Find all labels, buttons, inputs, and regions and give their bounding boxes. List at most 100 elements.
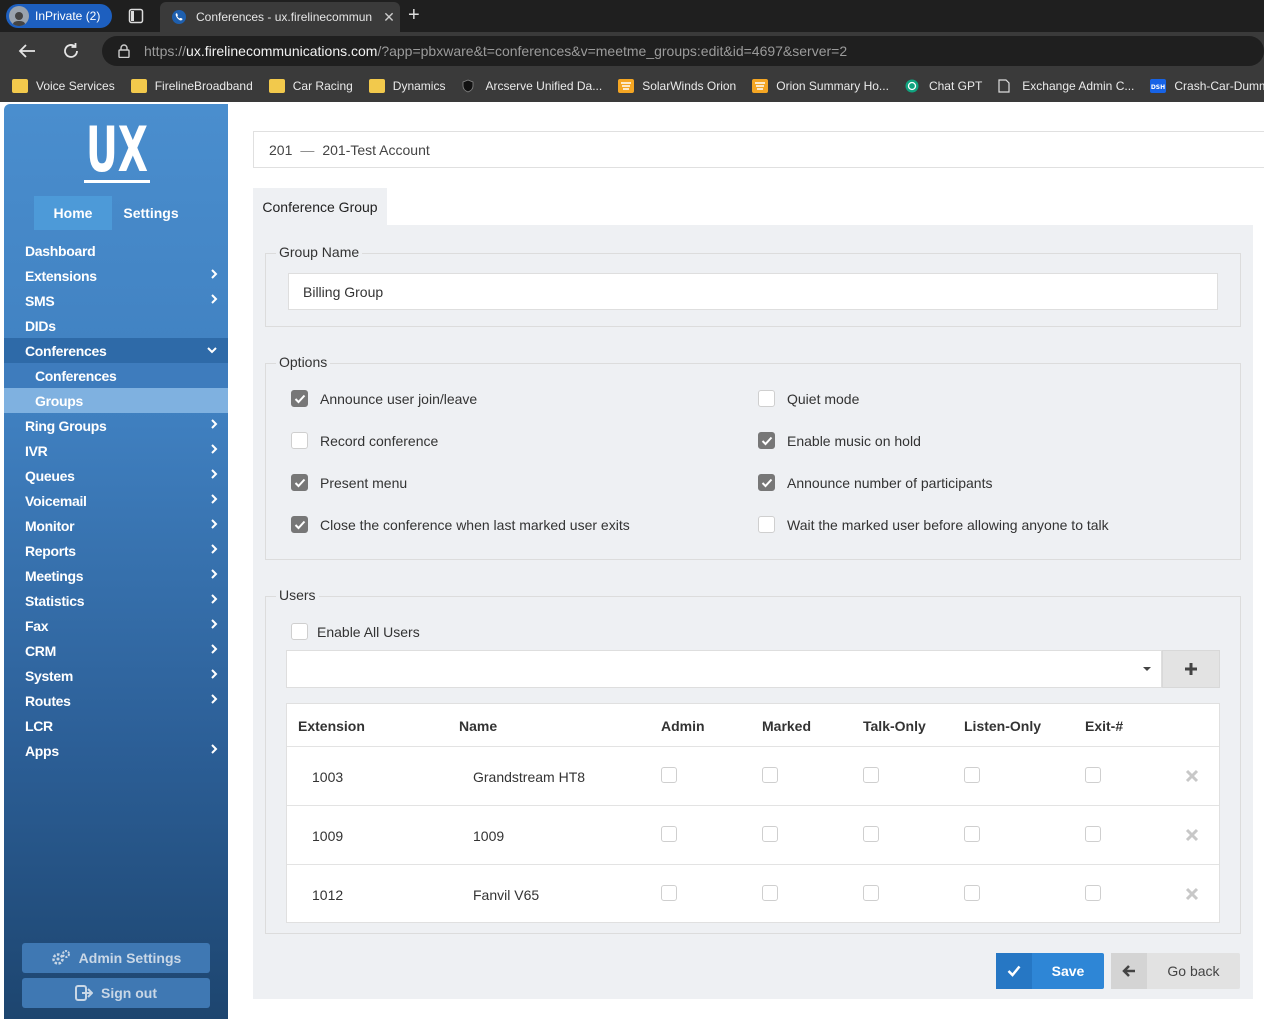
sidebar-item-voicemail[interactable]: Voicemail — [4, 488, 228, 513]
refresh-icon[interactable] — [54, 36, 88, 66]
checkbox-unchecked[interactable] — [291, 623, 308, 640]
checkbox-checked[interactable] — [291, 474, 308, 491]
user-select-dropdown[interactable] — [286, 650, 1162, 688]
bookmark-crash-car-dummies[interactable]: DSH Crash-Car-Dummies — [1150, 79, 1264, 93]
listen-only-checkbox[interactable] — [964, 826, 980, 842]
go-back-button[interactable]: Go back — [1111, 953, 1240, 989]
chevron-right-icon — [210, 568, 218, 580]
go-back-label: Go back — [1167, 963, 1220, 979]
option-wait-marked[interactable]: Wait the marked user before allowing any… — [758, 516, 1109, 533]
admin-checkbox[interactable] — [661, 826, 677, 842]
sidebar-item-routes[interactable]: Routes — [4, 688, 228, 713]
listen-only-checkbox[interactable] — [964, 767, 980, 783]
option-announce-count[interactable]: Announce number of participants — [758, 474, 992, 491]
lock-icon — [118, 44, 130, 58]
talk-only-checkbox[interactable] — [863, 826, 879, 842]
sidebar-item-reports[interactable]: Reports — [4, 538, 228, 563]
sidebar-item-queues[interactable]: Queues — [4, 463, 228, 488]
options-fieldset: Options Announce user join/leave Record … — [265, 354, 1241, 560]
sign-out-button[interactable]: Sign out — [22, 978, 210, 1008]
remove-row-icon[interactable] — [1185, 887, 1199, 901]
sidebar-item-label: Groups — [35, 392, 83, 409]
bookmark-firelinebroadband[interactable]: FirelineBroadband — [130, 79, 253, 93]
tab-actions-icon[interactable] — [128, 8, 144, 24]
marked-checkbox[interactable] — [762, 826, 778, 842]
table-row: 1003 Grandstream HT8 — [287, 746, 1219, 805]
listen-only-checkbox[interactable] — [964, 885, 980, 901]
sign-out-icon — [75, 985, 101, 1001]
option-music-on-hold[interactable]: Enable music on hold — [758, 432, 921, 449]
exit-checkbox[interactable] — [1085, 826, 1101, 842]
sidebar-item-extensions[interactable]: Extensions — [4, 263, 228, 288]
exit-checkbox[interactable] — [1085, 767, 1101, 783]
column-header: Extension — [298, 717, 365, 734]
bookmark-orion-summary[interactable]: Orion Summary Ho... — [752, 79, 889, 93]
bookmark-arcserve[interactable]: Arcserve Unified Da... — [461, 79, 602, 93]
sidebar-item-dids[interactable]: DIDs — [4, 313, 228, 338]
tab-home[interactable]: Home — [34, 196, 112, 230]
checkbox-checked[interactable] — [758, 474, 775, 491]
group-name-input[interactable]: Billing Group — [288, 273, 1218, 310]
checkbox-checked[interactable] — [291, 516, 308, 533]
chevron-right-icon — [210, 443, 218, 455]
bookmark-exchange-admin[interactable]: Exchange Admin C... — [998, 79, 1134, 93]
back-arrow-icon[interactable] — [10, 36, 44, 66]
tab-close-icon[interactable]: ✕ — [378, 9, 400, 26]
sidebar-item-sms[interactable]: SMS — [4, 288, 228, 313]
tab-conference-group[interactable]: Conference Group — [253, 188, 387, 226]
checkbox-unchecked[interactable] — [758, 390, 775, 407]
bookmark-car-racing[interactable]: Car Racing — [268, 79, 353, 93]
bookmark-label: FirelineBroadband — [154, 79, 253, 93]
sidebar-item-fax[interactable]: Fax — [4, 613, 228, 638]
folder-icon — [130, 79, 147, 93]
talk-only-checkbox[interactable] — [863, 885, 879, 901]
sidebar-item-crm[interactable]: CRM — [4, 638, 228, 663]
save-button[interactable]: Save — [996, 953, 1104, 989]
url-path: /?app=pbxware&t=conferences&v=meetme_gro… — [377, 43, 848, 59]
remove-row-icon[interactable] — [1185, 769, 1199, 783]
bookmark-chatgpt[interactable]: Chat GPT — [905, 79, 982, 93]
admin-checkbox[interactable] — [661, 885, 677, 901]
option-close-last-marked[interactable]: Close the conference when last marked us… — [291, 516, 630, 533]
sidebar-item-ivr[interactable]: IVR — [4, 438, 228, 463]
sidebar-item-meetings[interactable]: Meetings — [4, 563, 228, 588]
bookmark-dynamics[interactable]: Dynamics — [368, 79, 445, 93]
admin-settings-button[interactable]: Admin Settings — [22, 943, 210, 973]
bookmark-voice-services[interactable]: Voice Services — [12, 79, 115, 93]
sidebar-item-dashboard[interactable]: Dashboard — [4, 238, 228, 263]
talk-only-checkbox[interactable] — [863, 767, 879, 783]
sidebar-item-apps[interactable]: Apps — [4, 738, 228, 763]
browser-tab-active[interactable]: Conferences - ux.firelinecommun ✕ — [160, 2, 400, 32]
address-bar[interactable]: https:// ux.firelinecommunications.com /… — [102, 36, 1264, 66]
exit-checkbox[interactable] — [1085, 885, 1101, 901]
sidebar-subitem-conferences[interactable]: Conferences — [4, 363, 228, 388]
option-announce-join[interactable]: Announce user join/leave — [291, 390, 477, 407]
account-selector[interactable]: 201 — 201-Test Account — [253, 131, 1264, 168]
add-user-button[interactable] — [1162, 650, 1220, 688]
inprivate-badge[interactable]: InPrivate (2) — [6, 4, 112, 28]
marked-checkbox[interactable] — [762, 767, 778, 783]
bookmark-solarwinds[interactable]: SolarWinds Orion — [618, 79, 736, 93]
option-quiet-mode[interactable]: Quiet mode — [758, 390, 859, 407]
tab-phone-icon — [172, 10, 186, 24]
sidebar-item-label: Voicemail — [25, 492, 87, 509]
checkbox-unchecked[interactable] — [291, 432, 308, 449]
new-tab-icon[interactable]: + — [408, 5, 420, 25]
tab-settings[interactable]: Settings — [112, 196, 190, 230]
checkbox-unchecked[interactable] — [758, 516, 775, 533]
checkbox-checked[interactable] — [291, 390, 308, 407]
remove-row-icon[interactable] — [1185, 828, 1199, 842]
checkbox-checked[interactable] — [758, 432, 775, 449]
option-record-conference[interactable]: Record conference — [291, 432, 438, 449]
enable-all-users[interactable]: Enable All Users — [291, 623, 420, 640]
sidebar-item-conferences[interactable]: Conferences — [4, 338, 228, 363]
sidebar-item-ring-groups[interactable]: Ring Groups — [4, 413, 228, 438]
sidebar-item-monitor[interactable]: Monitor — [4, 513, 228, 538]
admin-checkbox[interactable] — [661, 767, 677, 783]
option-present-menu[interactable]: Present menu — [291, 474, 407, 491]
sidebar-item-statistics[interactable]: Statistics — [4, 588, 228, 613]
sidebar-item-system[interactable]: System — [4, 663, 228, 688]
sidebar-item-lcr[interactable]: LCR — [4, 713, 228, 738]
sidebar-subitem-groups[interactable]: Groups — [4, 388, 228, 413]
marked-checkbox[interactable] — [762, 885, 778, 901]
